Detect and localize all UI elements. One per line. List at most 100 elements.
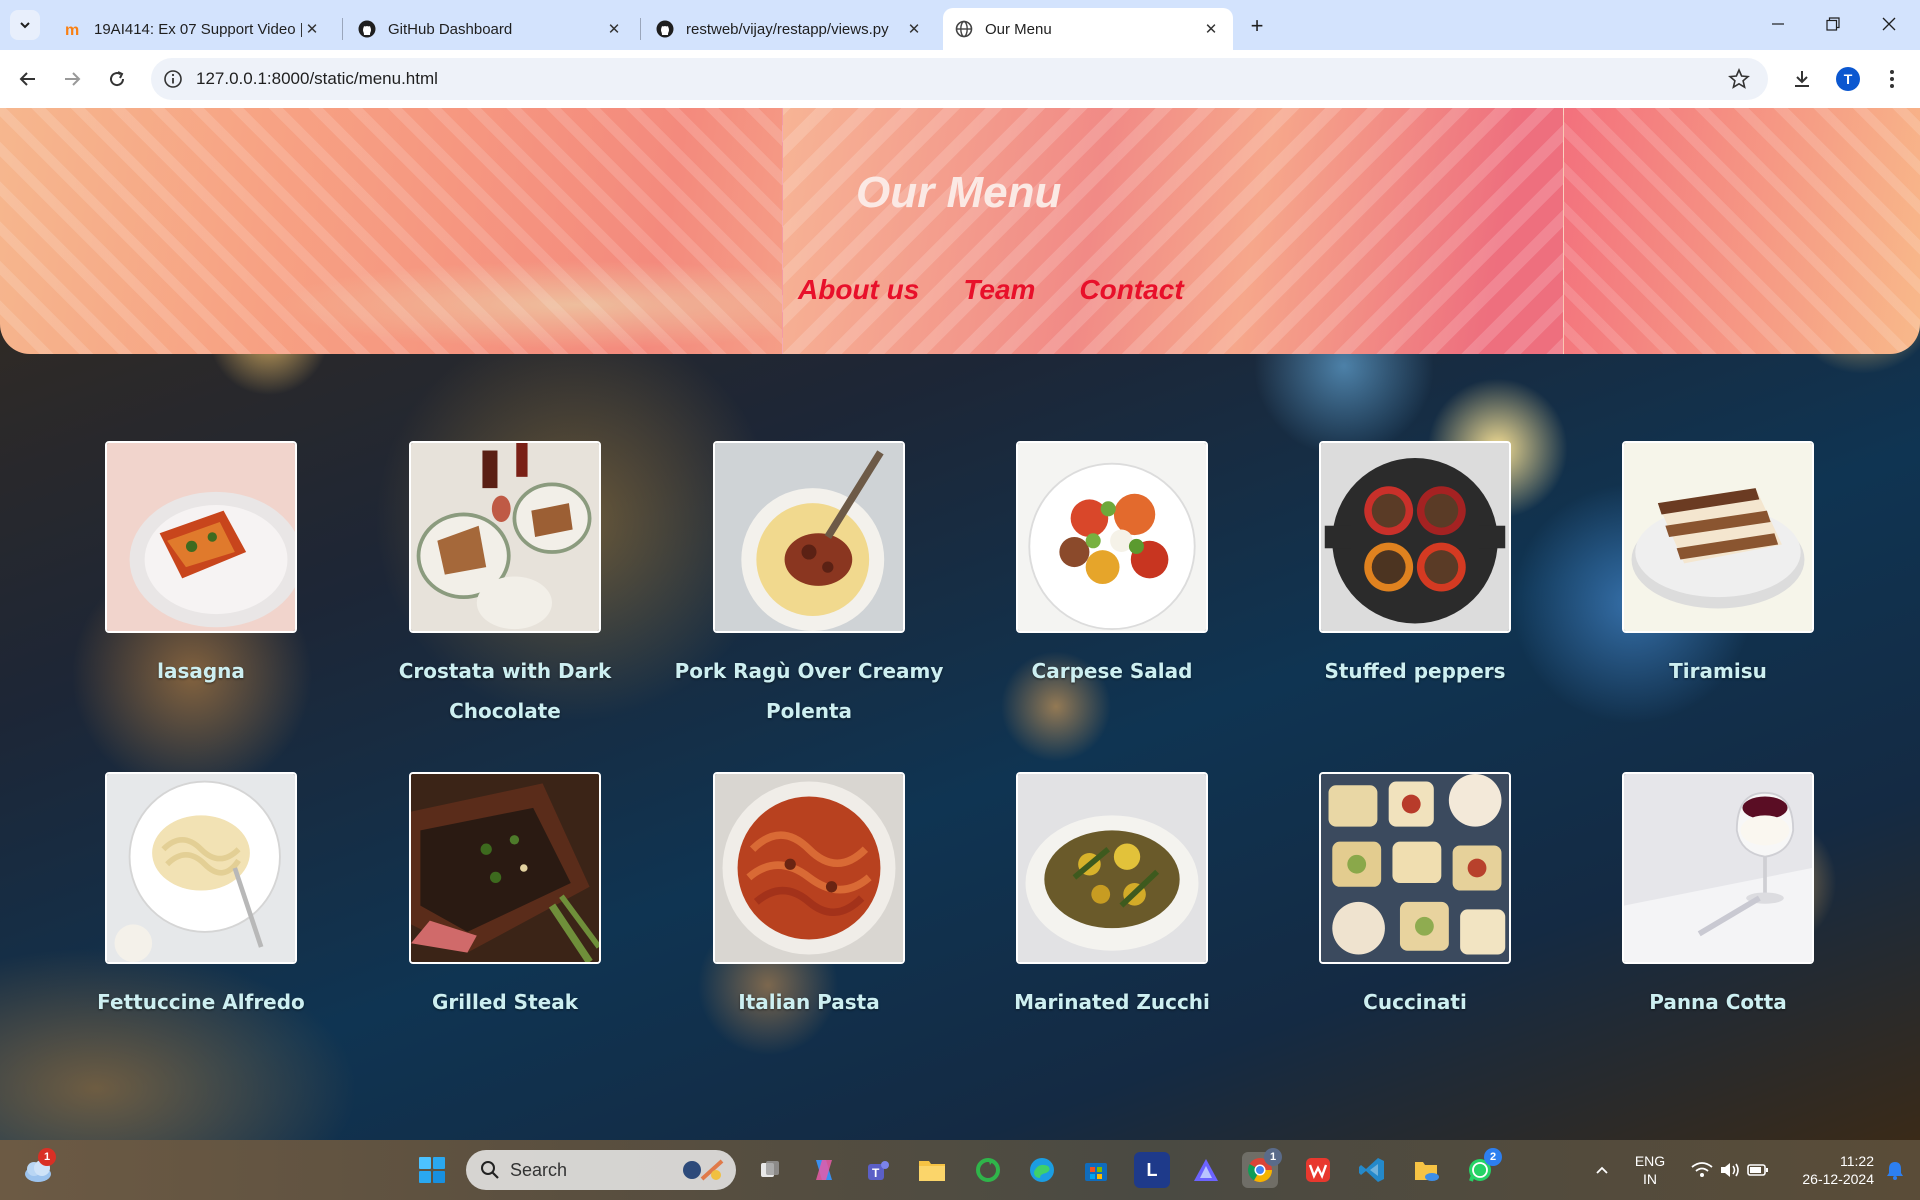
- tab-separator: [640, 18, 641, 40]
- lasagna-photo: [105, 441, 297, 633]
- chevron-down-icon: [20, 22, 30, 29]
- download-icon: [1795, 71, 1809, 87]
- browser-menu-button[interactable]: [1876, 63, 1908, 95]
- app-a-button[interactable]: [1188, 1152, 1224, 1188]
- page-content: Our Menu About us Team Contact lasagna C…: [0, 108, 1920, 1140]
- close-icon: [1882, 17, 1896, 31]
- panna-cotta-photo: [1622, 772, 1814, 964]
- profile-avatar[interactable]: T: [1836, 67, 1860, 91]
- windows-icon: [419, 1157, 445, 1183]
- cookies-photo: [1319, 772, 1511, 964]
- polenta-photo: [713, 441, 905, 633]
- weather-badge: 1: [38, 1148, 56, 1166]
- tab-our-menu[interactable]: Our Menu ✕: [943, 8, 1233, 50]
- forward-button[interactable]: [56, 63, 88, 95]
- tab-title: 19AI414: Ex 07 Support Video |: [94, 20, 302, 38]
- address-bar[interactable]: 127.0.0.1:8000/static/menu.html: [151, 58, 1768, 100]
- nav-link-team[interactable]: Team: [963, 274, 1035, 306]
- region-code: IN: [1643, 1171, 1657, 1187]
- notifications-button[interactable]: [1880, 1152, 1910, 1188]
- url-text[interactable]: 127.0.0.1:8000/static/menu.html: [196, 69, 438, 89]
- tab-moodle[interactable]: m 19AI414: Ex 07 Support Video | ✕: [52, 8, 334, 50]
- menu-item-panna-cotta[interactable]: Panna Cotta: [1583, 772, 1853, 1022]
- launcher-l-button[interactable]: L: [1134, 1152, 1170, 1188]
- crostata-photo: [409, 441, 601, 633]
- minimize-icon: [1772, 23, 1784, 25]
- windows-taskbar: 1 Search T L 1 2 ENG IN 11:22 26-12-2024: [0, 1140, 1920, 1200]
- menu-item-lasagna[interactable]: lasagna: [66, 441, 336, 691]
- close-icon[interactable]: ✕: [302, 19, 322, 39]
- new-tab-button[interactable]: +: [1243, 12, 1271, 40]
- restore-button[interactable]: [1810, 6, 1856, 42]
- language-indicator[interactable]: ENG IN: [1630, 1152, 1670, 1188]
- folder-cloud-icon: [1415, 1162, 1439, 1181]
- wps-button[interactable]: [1300, 1152, 1336, 1188]
- downloads-button[interactable]: [1786, 63, 1818, 95]
- tray-overflow-button[interactable]: [1584, 1152, 1620, 1188]
- nav-link-about-us[interactable]: About us: [798, 274, 919, 306]
- quick-settings-button[interactable]: [1680, 1152, 1780, 1188]
- tab-search-button[interactable]: [10, 10, 40, 40]
- github-icon: [656, 20, 674, 38]
- wifi-icon: [1691, 1162, 1713, 1177]
- edge-icon: [1030, 1158, 1054, 1182]
- menu-item-carpese-salad[interactable]: Carpese Salad: [977, 441, 1247, 691]
- tab-strip: m 19AI414: Ex 07 Support Video | ✕ GitHu…: [0, 0, 1920, 50]
- menu-item-tiramisu[interactable]: Tiramisu: [1583, 441, 1853, 691]
- files-app-button[interactable]: [1408, 1152, 1444, 1188]
- menu-item-pork-ragu[interactable]: Pork Ragù Over Creamy Polenta: [674, 441, 944, 731]
- menu-item-italian-pasta[interactable]: Italian Pasta: [674, 772, 944, 1022]
- plus-icon: +: [1250, 13, 1264, 38]
- site-info-icon[interactable]: [163, 69, 183, 89]
- vscode-button[interactable]: [1354, 1152, 1390, 1188]
- tab-views-py[interactable]: restweb/vijay/restapp/views.py ✕: [644, 8, 936, 50]
- clock-date: 26-12-2024: [1802, 1171, 1874, 1187]
- menu-item-name: Fettuccine Alfredo: [97, 990, 305, 1014]
- menu-item-grilled-steak[interactable]: Grilled Steak: [370, 772, 640, 1022]
- language-code: ENG: [1634, 1153, 1666, 1169]
- menu-item-marinated-zucchini[interactable]: Marinated Zucchi: [977, 772, 1247, 1022]
- tab-separator: [342, 18, 343, 40]
- menu-item-name: lasagna: [157, 659, 245, 683]
- menu-item-name: Marinated Zucchi: [1014, 990, 1210, 1014]
- copilot-icon: [816, 1160, 832, 1180]
- menu-item-fettuccine-alfredo[interactable]: Fettuccine Alfredo: [66, 772, 336, 1022]
- pasta-photo: [713, 772, 905, 964]
- minimize-button[interactable]: [1755, 6, 1801, 42]
- menu-item-name: Cuccinati: [1363, 990, 1467, 1014]
- file-explorer-button[interactable]: [914, 1152, 950, 1188]
- close-window-button[interactable]: [1866, 6, 1912, 42]
- copilot-button[interactable]: [806, 1152, 842, 1188]
- steak-photo: [409, 772, 601, 964]
- arrow-left-icon: [19, 72, 35, 86]
- menu-item-stuffed-peppers[interactable]: Stuffed peppers: [1280, 441, 1550, 691]
- menu-item-crostata[interactable]: Crostata with Dark Chocolate: [370, 441, 640, 731]
- nav-link-contact[interactable]: Contact: [1079, 274, 1183, 306]
- store-button[interactable]: [1078, 1152, 1114, 1188]
- nav-menu: About us Team Contact: [798, 274, 1184, 306]
- search-highlight-icon: [683, 1159, 724, 1181]
- taskbar-search[interactable]: Search: [466, 1150, 736, 1190]
- salad-photo: [1016, 441, 1208, 633]
- menu-item-cuccinati[interactable]: Cuccinati: [1280, 772, 1550, 1022]
- task-view-button[interactable]: [752, 1152, 788, 1188]
- folder-icon: [919, 1161, 945, 1181]
- bookmark-star-icon[interactable]: [1728, 68, 1750, 90]
- clock[interactable]: 11:22 26-12-2024: [1784, 1152, 1874, 1188]
- teams-button[interactable]: T: [860, 1152, 896, 1188]
- edge-button[interactable]: [1024, 1152, 1060, 1188]
- reload-button[interactable]: [101, 63, 133, 95]
- tab-github-dashboard[interactable]: GitHub Dashboard ✕: [346, 8, 636, 50]
- back-button[interactable]: [12, 63, 44, 95]
- store-icon: [1085, 1163, 1107, 1181]
- start-button[interactable]: [414, 1152, 450, 1188]
- close-icon[interactable]: ✕: [604, 19, 624, 39]
- vscode-icon: [1359, 1158, 1384, 1182]
- menu-item-name: Pork Ragù Over Creamy Polenta: [674, 659, 944, 723]
- app-green-button[interactable]: [970, 1152, 1006, 1188]
- menu-item-name: Grilled Steak: [431, 990, 578, 1014]
- refresh-app-icon: [976, 1158, 1000, 1182]
- close-icon[interactable]: ✕: [904, 19, 924, 39]
- triangle-app-icon: [1194, 1159, 1218, 1181]
- close-icon[interactable]: ✕: [1201, 19, 1221, 39]
